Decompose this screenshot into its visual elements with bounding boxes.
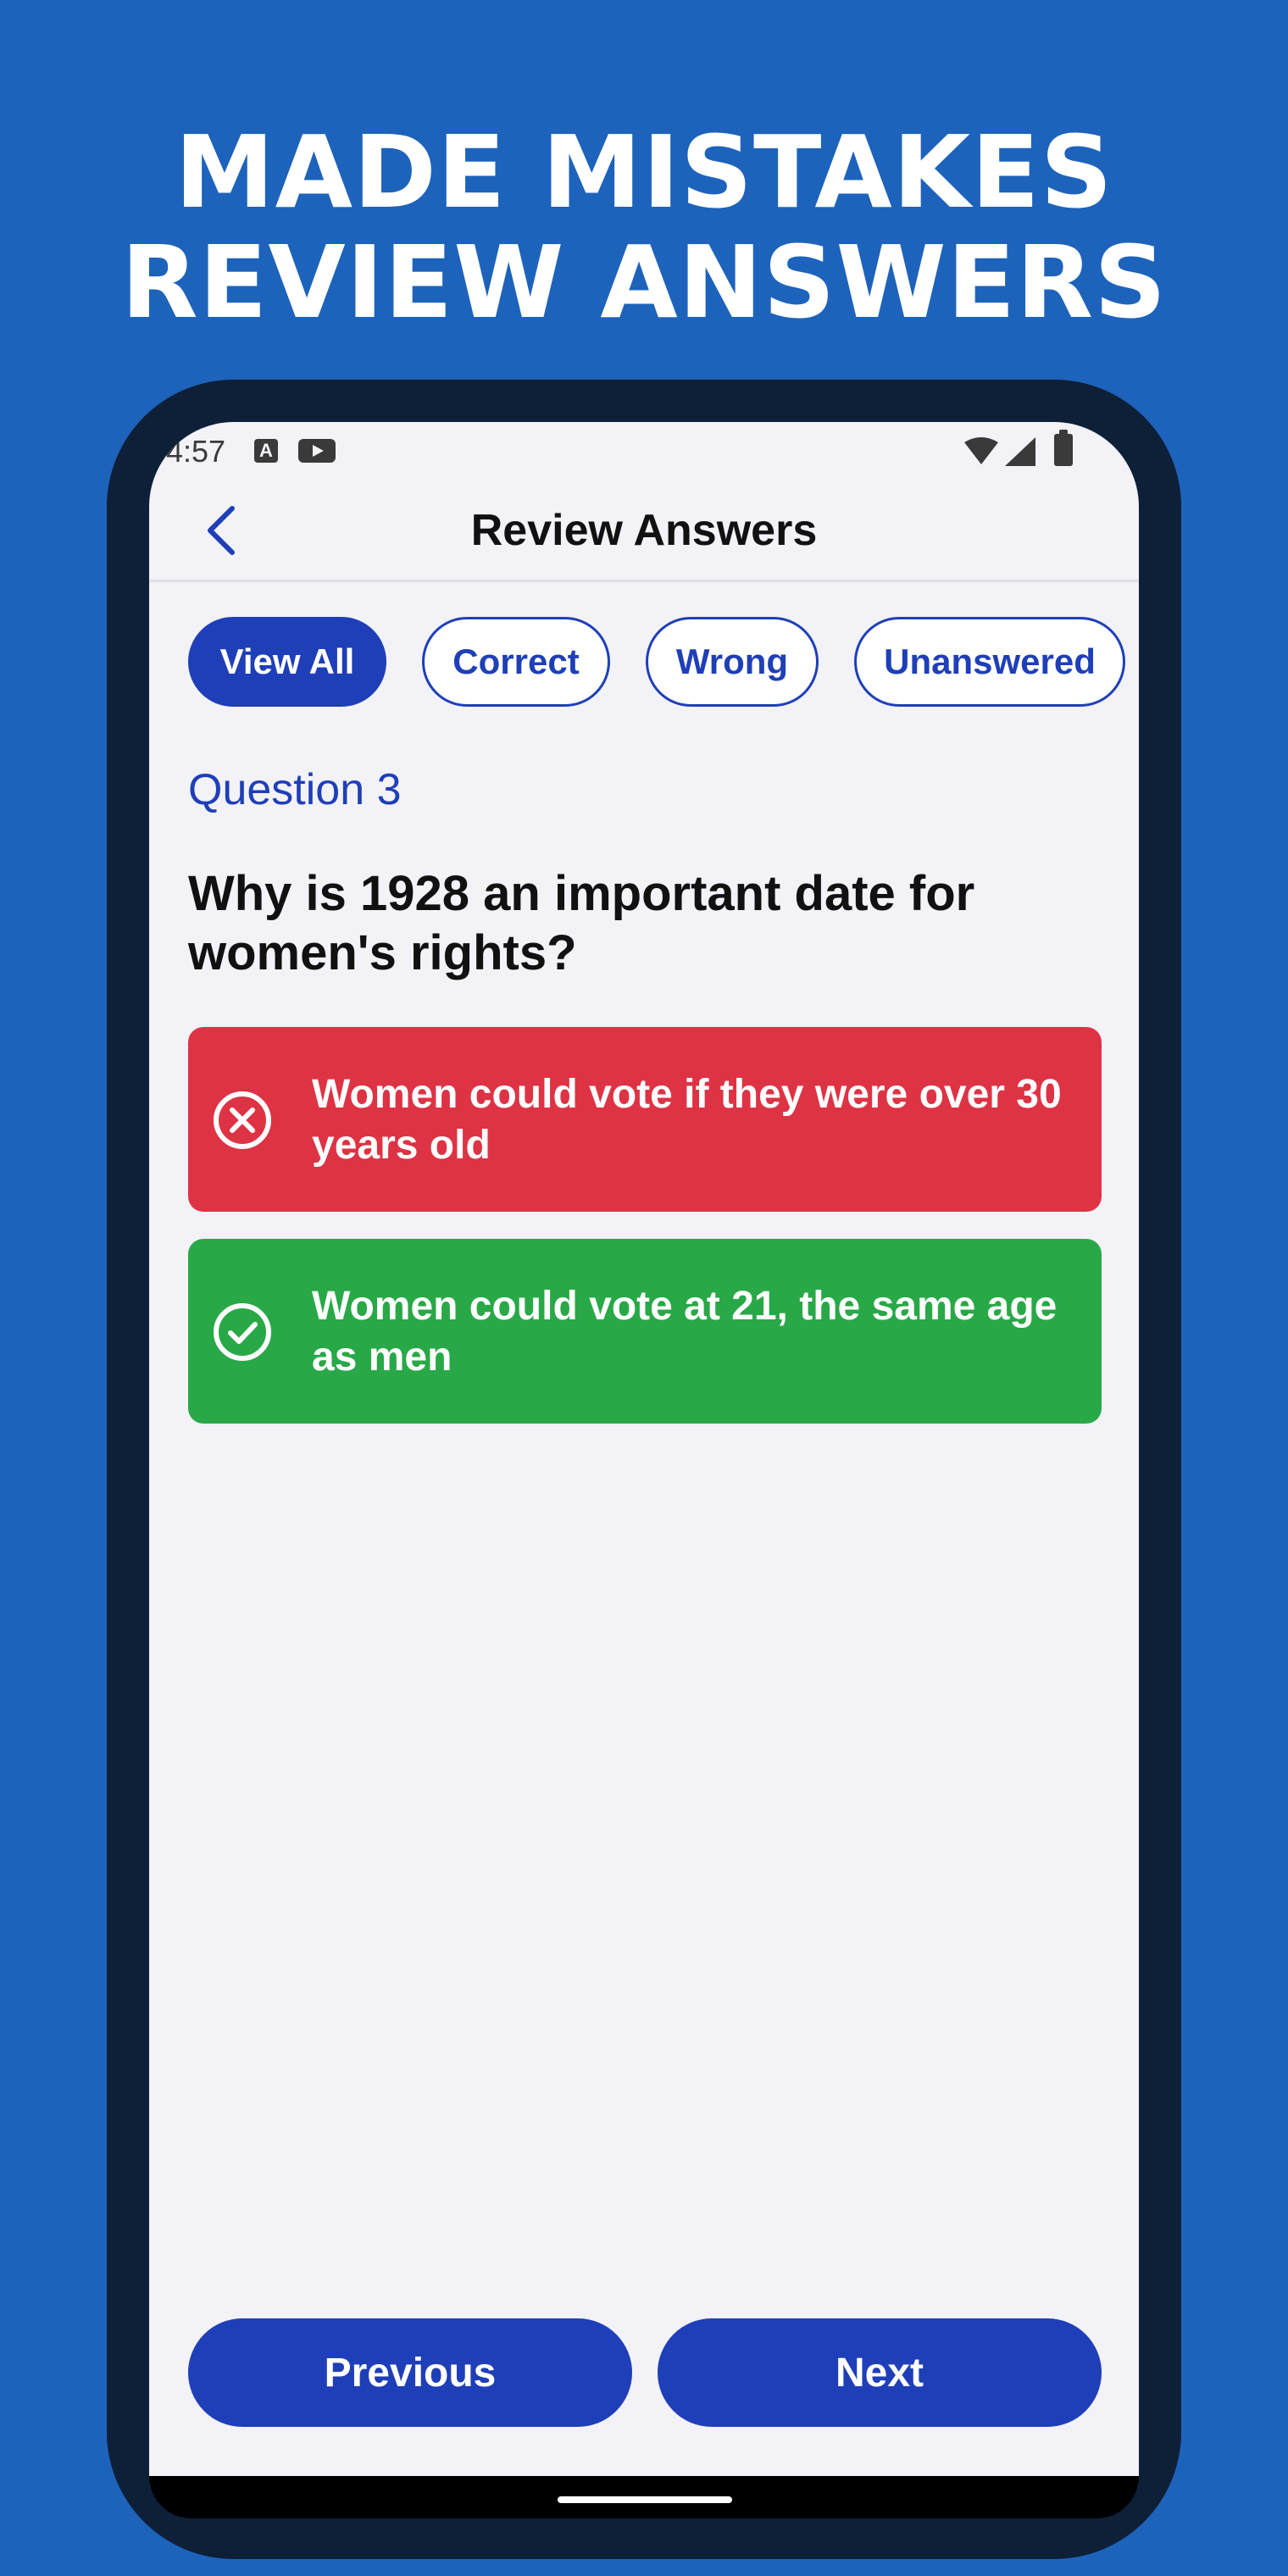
battery-icon — [1054, 430, 1073, 466]
filter-wrong[interactable]: Wrong — [646, 617, 819, 707]
answer-option-wrong[interactable]: Women could vote if they were over 30 ye… — [188, 1027, 1102, 1212]
home-indicator[interactable] — [558, 2496, 732, 2503]
status-time: 4:57 — [166, 434, 226, 469]
check-circle-icon — [214, 1303, 271, 1361]
next-button[interactable]: Next — [658, 2318, 1102, 2427]
answer-text: Women could vote at 21, the same age as … — [312, 1284, 1058, 1380]
previous-button[interactable]: Previous — [188, 2318, 632, 2427]
wifi-icon — [964, 437, 998, 464]
filter-unanswered[interactable]: Unanswered — [854, 617, 1125, 707]
a-icon: A — [254, 439, 278, 463]
status-bar: 4:57 A — [149, 422, 1139, 481]
filter-chips: View All Correct Wrong Unanswered — [188, 617, 1125, 712]
answer-text: Women could vote if they were over 30 ye… — [312, 1072, 1062, 1168]
answer-option-correct[interactable]: Women could vote at 21, the same age as … — [188, 1239, 1102, 1424]
phone-screen: 4:57 A Review Answers View All Correct W… — [149, 422, 1139, 2476]
promo-headline: MADE MISTAKES REVIEW ANSWERS — [0, 117, 1288, 337]
filter-view-all[interactable]: View All — [188, 617, 386, 707]
page-title: Review Answers — [470, 506, 818, 555]
promo-headline-line1: MADE MISTAKES — [175, 114, 1113, 230]
play-icon — [298, 439, 336, 463]
app-bar: Review Answers — [149, 481, 1139, 582]
question-number: Question 3 — [188, 765, 402, 814]
signal-icon — [1005, 437, 1035, 466]
filter-correct[interactable]: Correct — [422, 617, 610, 707]
question-text: Why is 1928 an important date for women'… — [188, 866, 975, 980]
x-circle-icon — [214, 1091, 271, 1149]
promo-headline-line2: REVIEW ANSWERS — [120, 224, 1168, 341]
